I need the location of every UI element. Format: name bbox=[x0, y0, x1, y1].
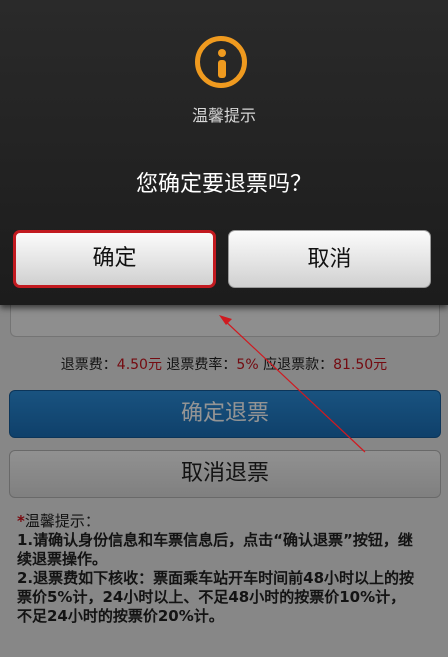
annotation-arrow-icon bbox=[219, 315, 366, 453]
